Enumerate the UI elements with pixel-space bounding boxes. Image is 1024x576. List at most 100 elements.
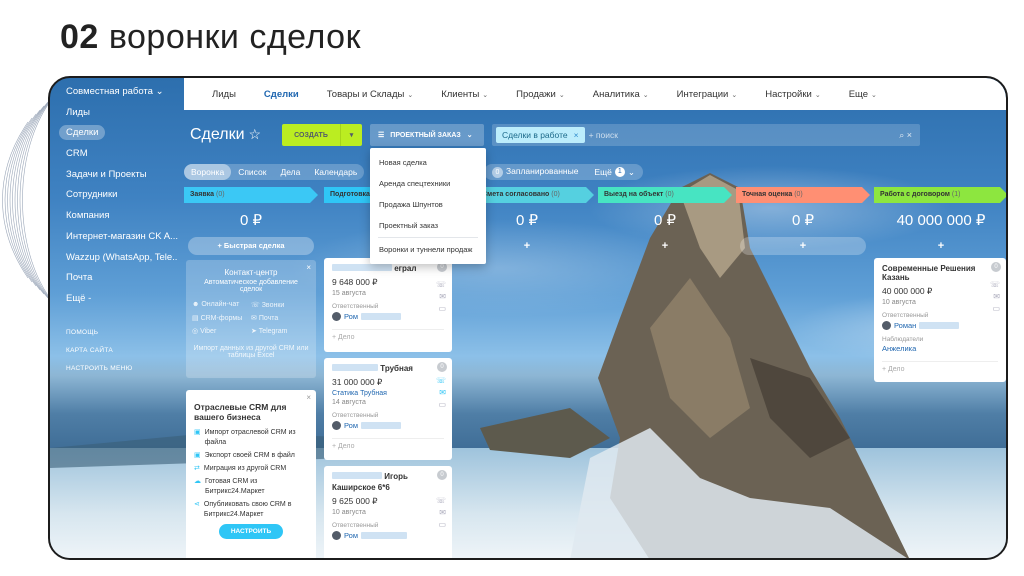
search-icon[interactable]: ⌕ × — [899, 130, 912, 141]
slide-number: 02 — [60, 18, 99, 56]
create-button[interactable]: СОЗДАТЬ ▾ — [282, 124, 362, 146]
industry-item[interactable]: ▣ Экспорт своей CRM в файл — [194, 451, 308, 461]
chat-icon[interactable]: ▭ — [438, 400, 446, 409]
responsible-person[interactable]: Роман — [882, 321, 998, 330]
filter-chip[interactable]: Сделки в работе × — [496, 127, 585, 143]
mail-icon-item[interactable]: ✉ Почта — [251, 314, 310, 322]
nav-integrations[interactable]: Интеграции ⌄ — [663, 89, 752, 100]
more-counters[interactable]: Ещё 1 ⌄ — [594, 167, 635, 178]
responsible-person[interactable]: Ром — [332, 531, 444, 540]
activity-counters[interactable]: 0 Запланированные Ещё 1 ⌄ — [484, 164, 643, 180]
sidebar-sitemap-link[interactable]: КАРТА САЙТА — [50, 342, 178, 360]
deal-card[interactable]: 0 Современные Решения Казань 40 000 000 … — [874, 258, 1006, 382]
deal-title: Трубная — [380, 364, 413, 373]
add-activity-link[interactable]: + Дело — [332, 438, 444, 450]
create-button-label: СОЗДАТЬ — [294, 131, 328, 139]
mail-icon[interactable]: ✉ — [993, 292, 1000, 301]
top-navigation: Лиды Сделки Товары и Склады ⌄ Клиенты ⌄ Пр… — [184, 78, 1006, 110]
sidebar-item-leads[interactable]: Лиды — [50, 103, 178, 124]
nav-deals[interactable]: Сделки — [250, 89, 313, 100]
industry-item[interactable]: ⋖ Опубликовать свою CRM в Битрикс24.Марке… — [194, 500, 308, 520]
menu-item-equipment-rental[interactable]: Аренда спецтехники — [370, 173, 486, 194]
menu-item-sheet-pile-sales[interactable]: Продажа Шпунтов — [370, 194, 486, 215]
sidebar-item-shop[interactable]: Интернет-магазин CK A... — [50, 227, 178, 248]
stage-header[interactable]: Точная оценка (0) — [736, 187, 870, 203]
crm-screenshot-frame: Совместная работа ⌄ Лиды Сделки CRM Зада… — [48, 76, 1008, 560]
chat-icon[interactable]: ▭ — [992, 304, 1000, 313]
sidebar-configure-menu-link[interactable]: НАСТРОИТЬ МЕНЮ — [50, 360, 178, 378]
stage-header[interactable]: Заявка (0) — [184, 187, 318, 203]
sidebar-help-link[interactable]: ПОМОЩЬ — [50, 324, 178, 342]
sidebar-item-employees[interactable]: Сотрудники — [50, 185, 178, 206]
industry-item[interactable]: ▣ Импорт отраслевой CRM из файла — [194, 428, 308, 448]
stage-header[interactable]: Работа с договором (1) — [874, 187, 1008, 203]
star-icon[interactable]: ☆ — [249, 126, 262, 142]
sidebar-item-tasks[interactable]: Задачи и Проекты — [50, 165, 178, 186]
phone-icon[interactable]: ☏ — [436, 376, 446, 385]
nav-analytics[interactable]: Аналитика ⌄ — [579, 89, 663, 100]
tab-activities[interactable]: Дела — [273, 164, 307, 180]
deal-card[interactable]: 0 Трубная 31 000 000 ₽ Статика Трубная 1… — [324, 358, 452, 460]
add-activity-link[interactable]: + Дело — [882, 361, 998, 373]
industry-item[interactable]: ☁ Готовая CRM из Битрикс24.Маркет — [194, 477, 308, 497]
mail-icon[interactable]: ✉ — [439, 508, 446, 517]
close-icon[interactable]: × — [306, 263, 311, 272]
import-link[interactable]: Импорт данных из другой CRM или таблицы … — [192, 345, 310, 359]
sidebar-item-label: Почта — [66, 272, 93, 284]
deal-card[interactable]: 0 егрaл 9 648 000 ₽ 15 августа Ответстве… — [324, 258, 452, 352]
tab-list[interactable]: Список — [231, 164, 273, 180]
mail-icon[interactable]: ✉ — [439, 388, 446, 397]
telegram-icon-item[interactable]: ➤ Telegram — [251, 327, 310, 335]
phone-icon[interactable]: ☏ — [436, 280, 446, 289]
contact-center-widget: × Контакт-центр Автоматическое добавлени… — [186, 260, 316, 378]
nav-more[interactable]: Еще ⌄ — [835, 89, 891, 100]
tab-funnel[interactable]: Воронка — [184, 164, 232, 180]
add-activity-link[interactable]: + Дело — [332, 329, 444, 341]
nav-leads[interactable]: Лиды — [198, 89, 250, 100]
stage-header[interactable]: Выезд на объект (0) — [598, 187, 732, 203]
funnel-select-button[interactable]: ☰ ПРОЕКТНЫЙ ЗАКАЗ ⌄ — [370, 124, 484, 146]
redacted-text — [332, 264, 392, 271]
responsible-person[interactable]: Ром — [332, 312, 444, 321]
sidebar-item-collab[interactable]: Совместная работа ⌄ — [50, 82, 178, 103]
company-link[interactable]: Статика Трубная — [332, 390, 444, 397]
tab-calendar[interactable]: Календарь — [307, 164, 364, 180]
nav-products[interactable]: Товары и Склады ⌄ — [313, 89, 427, 100]
viber-icon-item[interactable]: ◎ Viber — [192, 327, 251, 335]
nav-settings[interactable]: Настройки ⌄ — [751, 89, 834, 100]
phone-icon[interactable]: ☏ — [990, 280, 1000, 289]
sidebar-item-wazzup[interactable]: Wazzup (WhatsApp, Tele... — [50, 248, 178, 269]
sidebar-item-more[interactable]: Ещё - — [50, 289, 178, 310]
chat-icon-item[interactable]: ☻ Онлайн-чат — [192, 301, 251, 309]
menu-item-new-deal[interactable]: Новая сделка — [370, 152, 486, 173]
chevron-down-icon[interactable]: ▾ — [340, 124, 362, 146]
search-input[interactable]: Сделки в работе × + поиск ⌕ × — [492, 124, 920, 146]
add-deal-button[interactable]: + — [740, 237, 866, 255]
add-deal-button[interactable]: + — [878, 237, 1004, 255]
mail-icon[interactable]: ✉ — [439, 292, 446, 301]
sidebar-item-mail[interactable]: Почта — [50, 268, 178, 289]
chat-icon[interactable]: ▭ — [438, 304, 446, 313]
responsible-person[interactable]: Ром — [332, 421, 444, 430]
deal-card[interactable]: 0 Игорь Каширское 6*6 9 625 000 ₽ 10 авг… — [324, 466, 452, 558]
close-icon[interactable]: × — [574, 130, 579, 140]
menu-item-project-order[interactable]: Проектный заказ — [370, 215, 486, 236]
observer-name[interactable]: Анжелика — [882, 344, 998, 353]
chevron-down-icon: ⌄ — [731, 91, 738, 99]
quick-deal-button[interactable]: + Быстрая сделка — [188, 237, 314, 255]
sidebar-item-crm[interactable]: CRM — [50, 144, 178, 165]
nav-sales[interactable]: Продажи ⌄ — [502, 89, 579, 100]
phone-icon-item[interactable]: ☏ Звонки — [251, 301, 310, 309]
add-deal-button[interactable]: + — [602, 237, 728, 255]
industry-item[interactable]: ⇄ Миграция из другой CRM — [194, 464, 308, 474]
nav-clients[interactable]: Клиенты ⌄ — [427, 89, 502, 100]
phone-icon[interactable]: ☏ — [436, 496, 446, 505]
chat-icon[interactable]: ▭ — [438, 520, 446, 529]
sidebar-item-company[interactable]: Компания — [50, 206, 178, 227]
configure-button[interactable]: НАСТРОИТЬ — [219, 524, 283, 539]
form-icon-item[interactable]: ▤ CRM-формы — [192, 314, 251, 322]
close-icon[interactable]: × — [306, 393, 311, 402]
menu-item-funnels-tunnels[interactable]: Воронки и туннели продаж — [370, 239, 486, 260]
channel-label: CRM-формы — [200, 315, 243, 322]
sidebar-item-deals[interactable]: Сделки — [50, 123, 178, 144]
